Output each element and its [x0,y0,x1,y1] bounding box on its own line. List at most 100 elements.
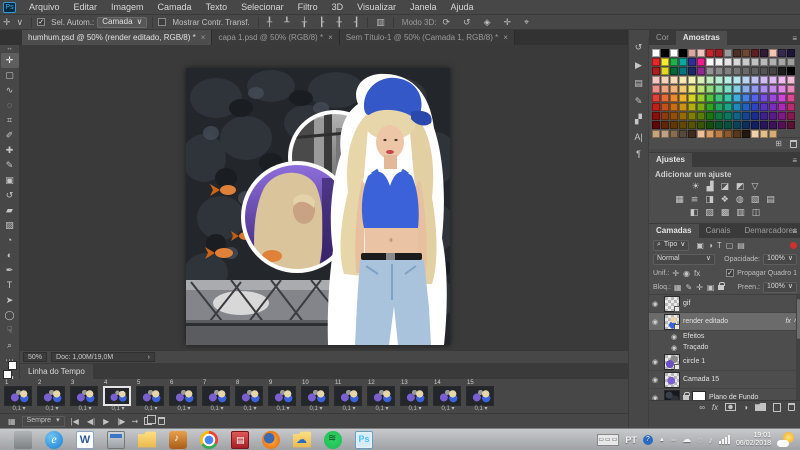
layer-thumbnail[interactable] [664,314,680,330]
blur-tool[interactable]: ◔ [1,233,19,248]
swatch-9-10[interactable] [742,130,750,138]
mode3d-button-3[interactable]: ✛ [501,17,515,28]
swatch-7-10[interactable] [742,112,750,120]
frame-thumbnail[interactable] [136,386,164,406]
swatch-4-11[interactable] [751,85,759,93]
tab-canais[interactable]: Canais [699,224,738,238]
mode3d-button-2[interactable]: ◈ [481,17,494,28]
swatch-3-1[interactable] [661,76,669,84]
opacity-dropdown[interactable]: 100%∨ [763,254,797,265]
swatch-8-6[interactable] [706,121,714,129]
frame-thumbnail[interactable] [235,386,263,406]
menu-janela[interactable]: Janela [403,0,444,15]
swatch-8-5[interactable] [697,121,705,129]
unify-icon-2[interactable]: fx [694,269,700,278]
swatch-5-4[interactable] [688,94,696,102]
swatch-8-11[interactable] [751,121,759,129]
swatch-4-15[interactable] [787,85,795,93]
type-tool[interactable]: T [1,278,19,293]
timeline-frame-14[interactable]: 140,1 ▾ [433,380,463,413]
filter-kind-icon-0[interactable]: ▣ [696,241,704,250]
visibility-eye-icon[interactable]: ◉ [652,394,661,401]
timeline-frame-4[interactable]: 40,1 ▾ [103,380,133,413]
swatch-4-14[interactable] [778,85,786,93]
swatch-7-1[interactable] [661,112,669,120]
swatch-5-1[interactable] [661,94,669,102]
onedrive-tray-icon[interactable]: ☁ [682,434,691,445]
frame-delay-dropdown[interactable]: 0,1 ▾ [268,406,298,413]
timeline-frame-5[interactable]: 50,1 ▾ [136,380,166,413]
swatch-4-9[interactable] [733,85,741,93]
shape-tool[interactable]: ◯ [1,308,19,323]
action-center-icon[interactable]: ◌ [697,435,702,445]
delete-frame-button[interactable] [158,417,165,425]
swatch-7-9[interactable] [733,112,741,120]
swatch-7-5[interactable] [697,112,705,120]
transport-button-2[interactable]: ▶ [103,415,109,428]
timeline-frame-12[interactable]: 120,1 ▾ [367,380,397,413]
curves-icon[interactable]: ◪ [721,181,730,192]
frame-thumbnail[interactable] [202,386,230,406]
document-tab-2[interactable]: Sem Título-1 @ 50% (Camada 1, RGB/8) *× [340,30,515,45]
swatch-6-4[interactable] [688,103,696,111]
hand-tool[interactable]: ☟ [1,323,19,338]
distribute-button[interactable]: ▥ [373,17,388,28]
swatch-5-3[interactable] [679,94,687,102]
swatch-2-13[interactable] [769,67,777,75]
onedrive-folder-app[interactable] [293,431,311,449]
actions-panel-icon[interactable]: ▶ [630,60,648,71]
swatch-3-9[interactable] [733,76,741,84]
swatch-1-13[interactable] [769,58,777,66]
swatch-9-7[interactable] [715,130,723,138]
swatch-4-3[interactable] [679,85,687,93]
swatch-6-6[interactable] [706,103,714,111]
swatch-0-2[interactable] [670,49,678,57]
frame-delay-dropdown[interactable]: 0,1 ▾ [70,406,100,413]
lock-icon-3[interactable]: ▣ [707,283,715,292]
frame-delay-dropdown[interactable]: 0,1 ▾ [433,406,463,413]
swatch-0-11[interactable] [751,49,759,57]
group-icon[interactable] [755,403,766,411]
panel-menu-icon[interactable]: ≡ [792,34,797,43]
layer-thumbnail[interactable] [664,354,680,370]
timeline-frame-3[interactable]: 30,1 ▾ [70,380,100,413]
quick-selection-tool[interactable]: ◌ [1,98,19,113]
visibility-eye-icon[interactable]: ◉ [652,376,661,384]
frame-thumbnail[interactable] [103,386,131,406]
layer-row-circle-1[interactable]: ◉circle 1 [649,353,800,371]
file-explorer-app[interactable] [138,431,156,449]
show-transform-checkbox[interactable] [158,18,166,26]
swatch-4-6[interactable] [706,85,714,93]
show-hidden-icons[interactable]: ▲ [659,437,665,443]
frame-thumbnail[interactable] [268,386,296,406]
swatch-3-8[interactable] [724,76,732,84]
panel-menu-icon[interactable]: ≡ [792,227,797,236]
swatch-6-2[interactable] [670,103,678,111]
transport-button-1[interactable]: ◀| [87,415,95,428]
frame-thumbnail[interactable] [169,386,197,406]
tab-demarcadores[interactable]: Demarcadores [737,224,800,238]
internet-explorer-app[interactable]: e [45,431,63,449]
timeline-frame-8[interactable]: 80,1 ▾ [235,380,265,413]
layer-thumbnail[interactable] [664,390,680,401]
swatch-9-9[interactable] [733,130,741,138]
spotify-app[interactable] [324,431,342,449]
swatch-7-13[interactable] [769,112,777,120]
swatch-8-4[interactable] [688,121,696,129]
invert-icon[interactable]: ◧ [690,207,699,218]
artwork-image[interactable] [186,68,450,345]
swatch-7-8[interactable] [724,112,732,120]
layer-mask-icon[interactable] [725,403,736,411]
swatch-5-2[interactable] [670,94,678,102]
tween-button[interactable]: ⇝ [131,415,138,428]
menu-selecionar[interactable]: Selecionar [234,0,291,15]
timeline-tab[interactable]: Linha do Tempo [20,364,93,379]
swatch-7-7[interactable] [715,112,723,120]
channel-mixer-icon[interactable]: ◍ [736,194,744,205]
unify-icon-1[interactable]: ◉ [683,269,690,278]
pen-tool[interactable]: ✒ [1,263,19,278]
gradient-map-icon[interactable]: ◫ [752,207,761,218]
marquee-tool[interactable]: ▢ [1,68,19,83]
tab-camadas[interactable]: Camadas [649,224,699,238]
touch-keyboard-icon[interactable]: ▭▭▭ [597,434,619,446]
